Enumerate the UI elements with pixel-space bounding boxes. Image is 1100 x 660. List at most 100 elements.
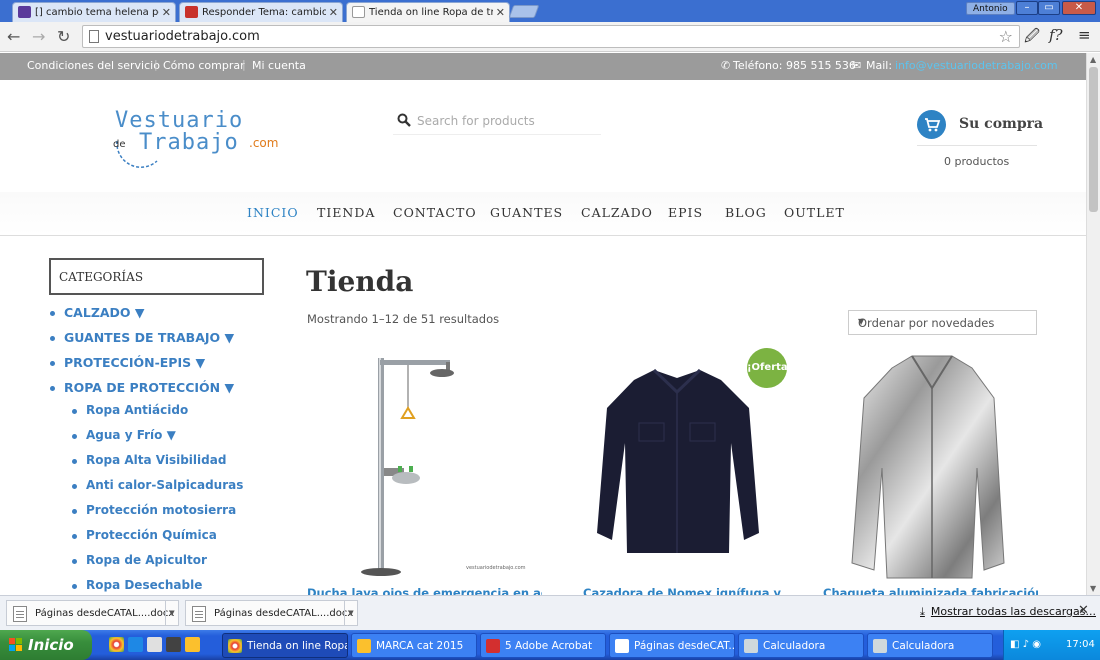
close-tab-icon[interactable]: ✕ — [329, 6, 338, 19]
nav-calzado[interactable]: CALZADO — [581, 205, 653, 220]
download-filename: Páginas desdeCATAL....docx — [35, 608, 175, 619]
logo-line2: Trabajo — [139, 130, 239, 155]
taskbar-item-acrobat[interactable]: 5 Adobe Acrobat — [480, 633, 606, 658]
nav-epis[interactable]: EPIS — [668, 205, 703, 220]
taskbar-item-calculator[interactable]: Calculadora — [738, 633, 864, 658]
phone-text: Teléfono: 985 515 536 — [733, 59, 856, 72]
product-name-eyewash[interactable]: Ducha lava ojos de emergencia en acero — [307, 586, 542, 595]
address-bar[interactable]: vestuariodetrabajo.com ☆ — [82, 25, 1020, 48]
separator: | — [154, 58, 158, 71]
start-label: Inicio — [28, 636, 74, 654]
system-tray: ◧ ♪ ◉ 17:04 — [1003, 630, 1100, 660]
taskbar-label: Páginas desdeCAT... — [634, 640, 735, 652]
taskbar-item-chrome[interactable]: Tienda on line Ropa... — [222, 633, 348, 658]
nav-guantes[interactable]: GUANTES — [490, 205, 563, 220]
mail-link[interactable]: info@vestuariodetrabajo.com — [895, 59, 1058, 72]
scrollbar-thumb[interactable] — [1089, 67, 1098, 212]
formula-extension-icon[interactable]: f? — [1049, 26, 1063, 44]
my-account-link[interactable]: Mi cuenta — [252, 59, 306, 72]
subcategory-desechable[interactable]: Ropa Desechable — [71, 578, 202, 592]
explorer-quicklaunch-icon[interactable] — [185, 637, 200, 652]
download-menu-arrow-icon[interactable]: ▼ — [344, 601, 357, 625]
document-icon — [615, 639, 629, 653]
terms-link[interactable]: Condiciones del servicio — [27, 59, 160, 72]
taskbar-item-word[interactable]: Páginas desdeCAT... — [609, 633, 735, 658]
nav-contacto[interactable]: CONTACTO — [393, 205, 477, 220]
page-scrollbar[interactable]: ▲ ▼ — [1086, 53, 1100, 595]
results-count: Mostrando 1–12 de 51 resultados — [307, 312, 500, 326]
subcategory-motosierra[interactable]: Protección motosierra — [71, 503, 236, 517]
subcategory-antiacido[interactable]: Ropa Antiácido — [71, 403, 188, 417]
product-name-nomex[interactable]: Cazadora de Nomex ignífuga y — [583, 586, 793, 595]
acrobat-icon — [486, 639, 500, 653]
subcategory-apicultor[interactable]: Ropa de Apicultor — [72, 553, 207, 567]
nav-inicio[interactable]: INICIO — [247, 205, 299, 220]
product-name-aluminised[interactable]: Chaqueta aluminizada fabricación — [823, 586, 1038, 595]
category-calzado[interactable]: CALZADO ▼ — [50, 305, 145, 320]
new-tab-button[interactable] — [508, 5, 540, 18]
download-item[interactable]: Páginas desdeCATAL....docx ▼ — [6, 600, 179, 626]
reload-icon[interactable]: ↻ — [57, 27, 70, 46]
subcategory-anti-calor[interactable]: Anti calor-Salpicaduras — [71, 478, 243, 492]
show-all-downloads-link[interactable]: ⤓ Mostrar todas las descargas... — [920, 605, 1096, 619]
subcategory-quimica[interactable]: Protección Química — [72, 528, 217, 542]
cart-title[interactable]: Su compra — [959, 116, 1043, 132]
forward-arrow-icon[interactable]: → — [32, 27, 45, 46]
download-menu-arrow-icon[interactable]: ▼ — [165, 601, 178, 625]
dropdown-arrow-icon: ▼ — [858, 317, 865, 326]
browser-tab-1[interactable]: [] cambio tema helena por st ✕ — [12, 2, 176, 22]
start-button[interactable]: Inicio — [0, 630, 92, 660]
clock[interactable]: 17:04 — [1066, 639, 1095, 650]
notepad-quicklaunch-icon[interactable] — [147, 637, 162, 652]
browser-tab-3-active[interactable]: Tienda on line Ropa de traba ✕ — [346, 2, 510, 23]
scroll-up-icon[interactable]: ▲ — [1090, 55, 1096, 64]
menu-icon[interactable]: ≡ — [1078, 26, 1091, 44]
bookmark-star-icon[interactable]: ☆ — [999, 27, 1013, 46]
close-tab-icon[interactable]: ✕ — [496, 6, 505, 19]
category-guantes[interactable]: GUANTES DE TRABAJO ▼ — [49, 330, 234, 345]
browser-tab-2[interactable]: Responder Tema: cambio tem ✕ — [179, 2, 343, 22]
taskbar-item-folder[interactable]: MARCA cat 2015 — [351, 633, 477, 658]
mail-label: Mail: — [866, 59, 893, 72]
site-logo[interactable]: Vestuario de Trabajo .com — [107, 103, 307, 173]
tray-icons[interactable]: ◧ ♪ ◉ — [1010, 639, 1041, 650]
nav-outlet[interactable]: OUTLET — [784, 205, 845, 220]
maximize-button[interactable]: ▭ — [1038, 1, 1060, 15]
product-image-eyewash-shower[interactable]: vestuariodetrabajo.com — [306, 348, 541, 588]
desktop-quicklaunch-icon[interactable] — [166, 637, 181, 652]
close-downloads-bar-icon[interactable]: ✕ — [1078, 603, 1089, 618]
folder-icon — [357, 639, 371, 653]
taskbar-label: 5 Adobe Acrobat — [505, 640, 593, 652]
search-icon[interactable] — [397, 113, 411, 127]
nav-tienda[interactable]: TIENDA — [317, 205, 375, 220]
yahoo-mail-icon — [18, 6, 31, 18]
subcategory-agua-frio[interactable]: Agua y Frío ▼ — [72, 428, 176, 442]
search-input[interactable] — [417, 112, 597, 130]
product-image-aluminised-jacket[interactable] — [812, 348, 1047, 588]
ie-quicklaunch-icon[interactable] — [128, 637, 143, 652]
category-epis[interactable]: PROTECCIÓN-EPIS ▼ — [49, 355, 205, 370]
taskbar-item-calculator[interactable]: Calculadora — [867, 633, 993, 658]
cart-icon[interactable] — [917, 110, 946, 139]
minimize-button[interactable]: – — [1016, 1, 1038, 15]
category-ropa-proteccion[interactable]: ROPA DE PROTECCIÓN ▼ — [49, 380, 234, 395]
how-to-buy-link[interactable]: Cómo comprar — [163, 59, 245, 72]
categories-heading-box: CATEGORÍAS — [49, 258, 264, 295]
close-window-button[interactable]: ✕ — [1062, 1, 1096, 15]
scroll-down-icon[interactable]: ▼ — [1090, 584, 1096, 593]
close-tab-icon[interactable]: ✕ — [162, 6, 171, 19]
chrome-quicklaunch-icon[interactable] — [109, 637, 124, 652]
profile-button[interactable]: Antonio — [966, 2, 1015, 15]
categories-heading: CATEGORÍAS — [59, 270, 144, 284]
taskbar-label: MARCA cat 2015 — [376, 640, 464, 652]
download-item[interactable]: Páginas desdeCATAL....docx ▼ — [185, 600, 358, 626]
eyedropper-icon[interactable]: 🖉 — [1024, 26, 1040, 51]
nav-blog[interactable]: BLOG — [725, 205, 767, 220]
subcategory-alta-visibilidad[interactable]: Ropa Alta Visibilidad — [71, 453, 226, 467]
divider — [917, 145, 1037, 146]
cart-count[interactable]: 0 productos — [944, 155, 1009, 168]
calculator-icon — [873, 639, 887, 653]
url-text[interactable]: vestuariodetrabajo.com — [105, 29, 260, 44]
orderby-select[interactable]: Ordenar por novedades ▼ — [848, 310, 1037, 335]
back-arrow-icon[interactable]: ← — [7, 27, 20, 46]
